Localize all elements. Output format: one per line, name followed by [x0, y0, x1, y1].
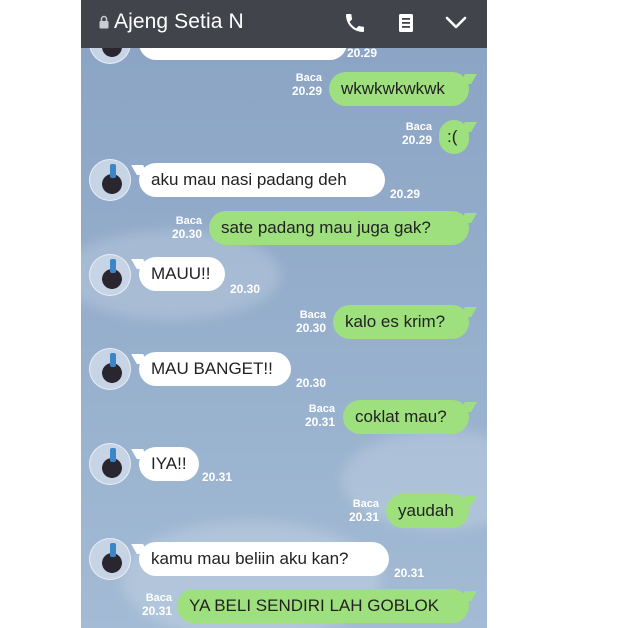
contact-avatar[interactable]: [89, 254, 131, 296]
message-time: 20.29: [390, 187, 421, 201]
contact-avatar[interactable]: [89, 443, 131, 485]
notes-icon[interactable]: [394, 11, 418, 35]
read-receipt: Baca 20.29: [401, 121, 432, 147]
message-bubble-received[interactable]: MAUU!!: [139, 257, 225, 291]
message-bubble-sent[interactable]: wkwkwkwkwk: [329, 72, 469, 106]
message-bubble-received[interactable]: kamu mau beliin aku kan?: [139, 542, 389, 576]
read-receipt: Baca 20.30: [171, 215, 202, 241]
message-time: 20.31: [394, 566, 425, 580]
message-bubble-sent[interactable]: :(: [439, 120, 469, 154]
contact-name[interactable]: Ajeng Setia N: [114, 10, 244, 34]
phone-call-icon[interactable]: [343, 11, 367, 35]
lock-icon: [99, 15, 109, 29]
read-receipt: Baca 20.31: [348, 498, 379, 524]
read-receipt: Baca 20.31: [304, 403, 335, 429]
contact-avatar[interactable]: [89, 348, 131, 390]
contact-avatar[interactable]: [89, 159, 131, 201]
contact-avatar[interactable]: [89, 538, 131, 580]
chat-screen: Ajeng Setia N 20.29 Baca 20.29 wkwkwkwkwk…: [81, 0, 487, 628]
message-bubble-sent[interactable]: yaudah: [386, 494, 469, 528]
read-receipt: Baca 20.31: [141, 592, 172, 618]
read-receipt: Baca 20.30: [295, 309, 326, 335]
message-bubble-received[interactable]: MAU BANGET!!: [139, 352, 291, 386]
message-bubble-sent[interactable]: YA BELI SENDIRI LAH GOBLOK: [177, 589, 469, 623]
message-time: 20.31: [202, 470, 233, 484]
message-time: 20.30: [296, 376, 327, 390]
chat-header: Ajeng Setia N: [81, 0, 487, 48]
message-bubble-sent[interactable]: sate padang mau juga gak?: [209, 211, 469, 245]
message-bubble-received[interactable]: IYA!!: [139, 447, 199, 481]
chevron-down-icon[interactable]: [444, 11, 468, 35]
message-time: 20.30: [230, 282, 261, 296]
message-time: 20.29: [347, 46, 378, 60]
read-receipt: Baca 20.29: [291, 72, 322, 98]
message-bubble-received[interactable]: aku mau nasi padang deh: [139, 163, 385, 197]
message-bubble-sent[interactable]: kalo es krim?: [333, 305, 469, 339]
message-bubble-sent[interactable]: coklat mau?: [343, 400, 469, 434]
